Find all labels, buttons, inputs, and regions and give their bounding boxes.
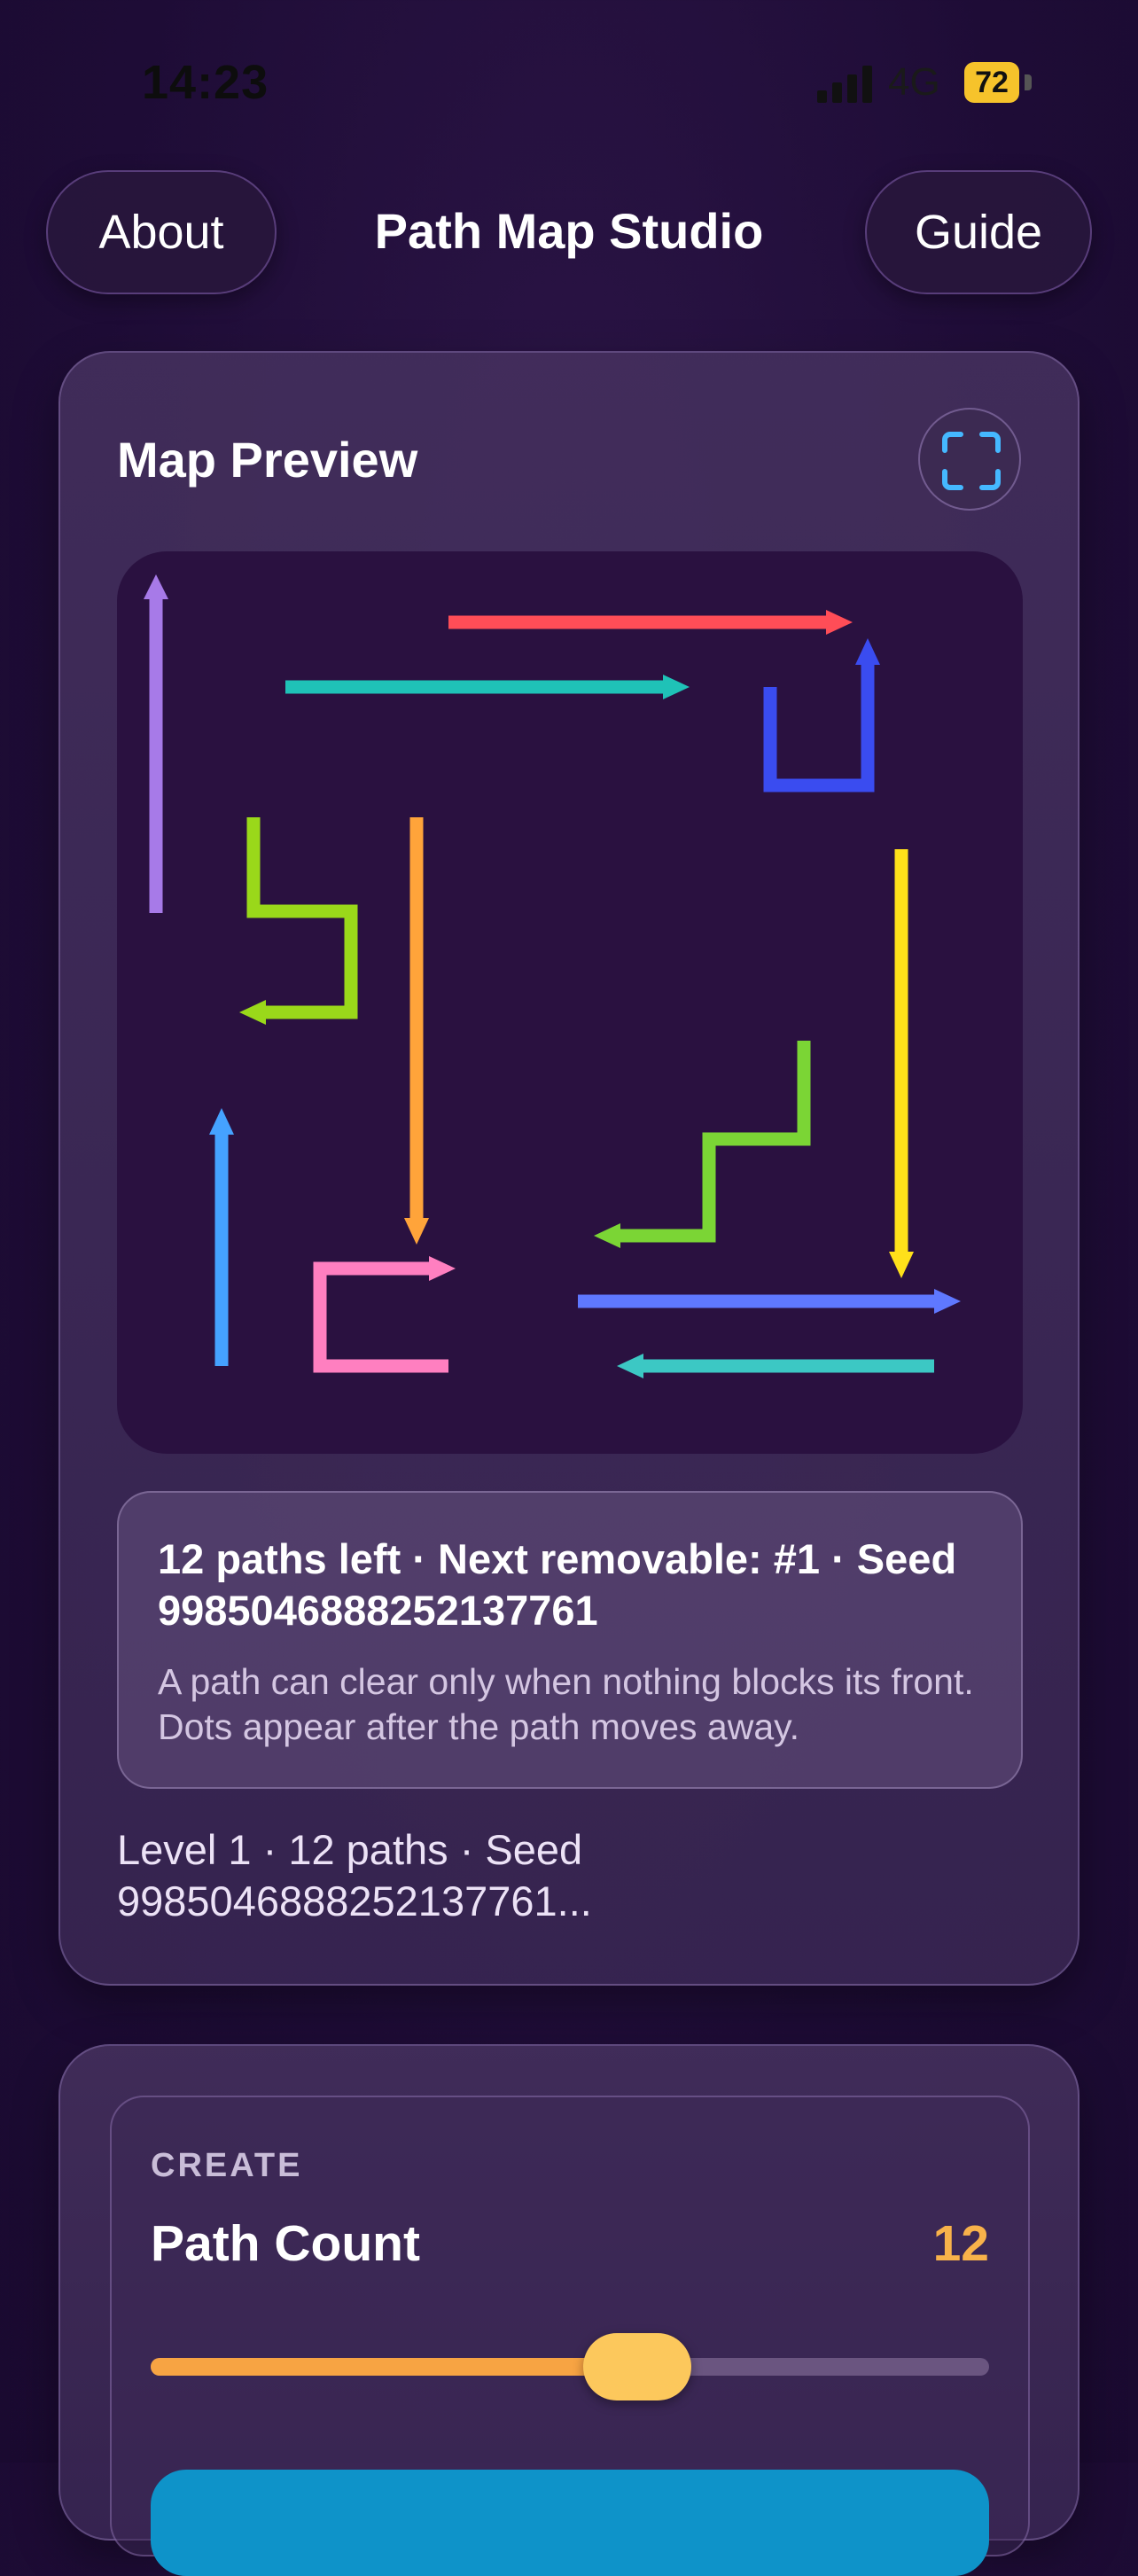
cellular-signal-icon [817,64,874,103]
path-7[interactable] [889,849,914,1278]
create-panel: CREATE Path Count 12 [110,2096,1030,2576]
map-paths [144,574,961,1378]
path-2[interactable] [448,610,853,635]
path-count-slider[interactable] [151,2333,989,2400]
guide-button[interactable]: Guide [865,170,1092,294]
generate-button[interactable] [151,2470,989,2576]
status-bar: 14:23 4G 72 [0,0,1138,168]
battery-level: 72 [964,62,1019,103]
map-preview-title: Map Preview [117,432,418,488]
path-6[interactable] [404,817,429,1245]
create-card: CREATE Path Count 12 [58,2044,1080,2576]
path-1[interactable] [144,574,168,913]
status-time: 14:23 [142,56,269,109]
battery-icon: 72 [964,62,1032,103]
path-3[interactable] [285,675,690,699]
path-8[interactable] [209,1108,234,1366]
path-4[interactable] [763,638,880,792]
network-type: 4G [888,60,940,104]
fullscreen-button[interactable] [918,408,1021,511]
fullscreen-icon [942,432,1001,490]
map-canvas[interactable] [117,551,1023,1454]
create-section-label: CREATE [151,2147,303,2184]
map-preview-card: Map Preview 12 paths left · Next removab… [58,351,1080,1986]
path-10[interactable] [594,1041,811,1248]
path-5[interactable] [239,817,358,1025]
path-count-slider-fill [151,2358,637,2376]
game-status-text: 12 paths left · Next removable: #1 · See… [158,1535,957,1634]
path-12[interactable] [617,1354,934,1378]
level-summary: Level 1 · 12 paths · Seed 99850468882521… [117,1826,592,1924]
path-9[interactable] [313,1256,456,1373]
path-count-label: Path Count [151,2215,420,2272]
path-count-value: 12 [932,2215,989,2272]
path-11[interactable] [578,1289,961,1314]
game-hint-text: A path can clear only when nothing block… [158,1661,974,1747]
path-count-slider-thumb[interactable] [582,2333,691,2400]
game-status-box: 12 paths left · Next removable: #1 · See… [117,1491,1023,1789]
